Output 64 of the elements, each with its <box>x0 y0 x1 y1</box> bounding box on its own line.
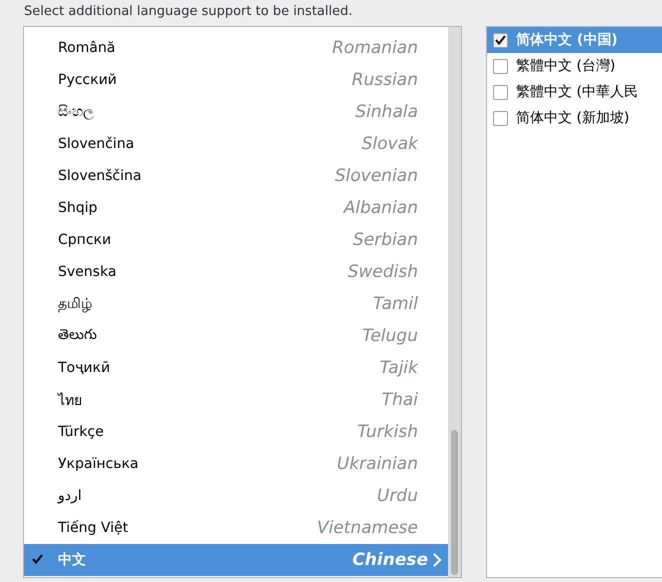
english-language-name: Thai <box>382 390 418 410</box>
chevron-right-icon <box>432 553 442 567</box>
english-language-name: Ukrainian <box>336 454 418 474</box>
language-row[interactable]: Svenska Swedish <box>24 256 448 288</box>
english-language-name: Slovak <box>362 134 418 154</box>
english-language-name: Chinese <box>352 550 428 570</box>
english-language-name: Sinhala <box>355 102 418 122</box>
native-language-name: తెలుగు <box>58 326 98 344</box>
native-language-name: Slovenščina <box>58 168 142 184</box>
language-row[interactable]: Română Romanian <box>24 32 448 64</box>
checkbox[interactable] <box>493 32 508 48</box>
locale-label: 繁體中文 (台灣) <box>516 57 616 75</box>
english-language-name: Romanian <box>332 38 418 58</box>
native-language-name: Svenska <box>58 264 118 280</box>
native-language-name: Тоҷикӣ <box>58 360 112 376</box>
language-row[interactable]: Slovenčina Slovak <box>24 128 448 160</box>
native-language-name: Tiếng Việt <box>58 520 130 536</box>
language-row[interactable]: Русский Russian <box>24 64 448 96</box>
language-row[interactable]: Shqip Albanian <box>24 192 448 224</box>
native-language-name: ไทย <box>58 392 83 411</box>
scrollbar[interactable] <box>448 27 461 577</box>
language-row[interactable]: తెలుగు Telugu <box>24 320 448 352</box>
language-row[interactable]: Тоҷикӣ Tajik <box>24 352 448 384</box>
locale-row[interactable]: 简体中文 (新加坡) <box>487 105 662 131</box>
language-row[interactable]: Tiếng Việt Vietnamese <box>24 512 448 544</box>
instruction-text: Select additional language support to be installed. <box>23 3 354 21</box>
locale-label: 繁體中文 (中華人民 <box>516 83 638 101</box>
checkbox[interactable] <box>493 58 508 74</box>
native-language-name: Shqip <box>58 200 98 216</box>
language-row[interactable]: Українська Ukrainian <box>24 448 448 480</box>
checkbox[interactable] <box>493 110 508 126</box>
language-row[interactable]: ไทย Thai <box>24 384 448 416</box>
native-language-name: Српски <box>58 232 112 248</box>
english-language-name: Swedish <box>348 262 418 282</box>
checkbox[interactable] <box>493 84 508 100</box>
language-row[interactable]: Türkçe Turkish <box>24 416 448 448</box>
locale-label: 简体中文 (中国) <box>516 31 618 49</box>
language-row[interactable]: සිංහල Sinhala <box>24 96 448 128</box>
checkmark-icon <box>32 554 43 564</box>
locale-row[interactable]: 繁體中文 (中華人民 <box>487 79 662 105</box>
native-language-name: اردو <box>58 488 83 504</box>
native-language-name: Română <box>58 40 116 56</box>
english-language-name: Vietnamese <box>316 518 418 538</box>
language-row[interactable]: Српски Serbian <box>24 224 448 256</box>
english-language-name: Urdu <box>377 486 418 506</box>
english-language-name: Serbian <box>353 230 418 250</box>
native-language-name: Русский <box>58 72 118 88</box>
native-language-name: Slovenčina <box>58 136 136 152</box>
language-row[interactable]: தமிழ் Tamil <box>24 288 448 320</box>
language-row[interactable]: Slovenščina Slovenian <box>24 160 448 192</box>
native-language-name: Türkçe <box>58 424 105 440</box>
native-language-name: Українська <box>58 456 140 472</box>
native-language-name: தமிழ் <box>58 296 93 312</box>
english-language-name: Tamil <box>372 294 418 314</box>
native-language-name: සිංහල <box>58 104 95 120</box>
english-language-name: Russian <box>352 70 418 90</box>
english-language-name: Turkish <box>357 422 418 442</box>
locale-label: 简体中文 (新加坡) <box>516 109 630 127</box>
locale-row[interactable]: 繁體中文 (台灣) <box>487 53 662 79</box>
english-language-name: Slovenian <box>334 166 418 186</box>
english-language-name: Tajik <box>380 358 418 378</box>
english-language-name: Telugu <box>362 326 418 346</box>
english-language-name: Albanian <box>344 198 418 218</box>
native-language-name: 中文 <box>58 551 87 569</box>
